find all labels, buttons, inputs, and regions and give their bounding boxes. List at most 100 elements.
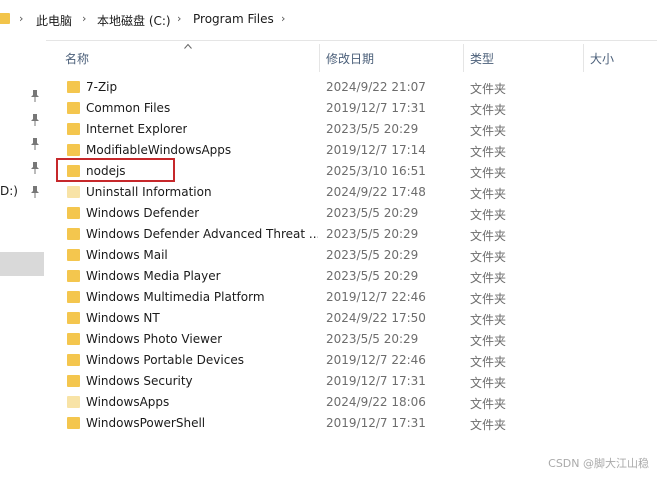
file-row[interactable]: Windows Defender 2023/5/5 20:29 文件夹 — [56, 203, 657, 224]
file-row[interactable]: Uninstall Information 2024/9/22 17:48 文件夹 — [56, 182, 657, 203]
file-date: 2019/12/7 22:46 — [326, 353, 426, 367]
file-type: 文件夹 — [470, 166, 507, 180]
file-date: 2024/9/22 18:06 — [326, 395, 426, 409]
file-name[interactable]: Uninstall Information — [86, 185, 212, 199]
file-name[interactable]: WindowsApps — [86, 395, 169, 409]
folder-icon — [67, 270, 80, 282]
file-row[interactable]: Windows NT 2024/9/22 17:50 文件夹 — [56, 308, 657, 329]
column-header-row: 名称 修改日期 类型 大小 — [56, 44, 657, 72]
file-type: 文件夹 — [470, 271, 507, 285]
breadcrumb-program-files[interactable]: Program Files — [193, 12, 274, 26]
column-header-date[interactable]: 修改日期 — [326, 50, 374, 67]
file-date: 2023/5/5 20:29 — [326, 332, 419, 346]
nav-selected-item[interactable] — [0, 252, 44, 276]
file-type: 文件夹 — [470, 187, 507, 201]
column-header-size[interactable]: 大小 — [590, 50, 614, 67]
file-name[interactable]: Windows Portable Devices — [86, 353, 244, 367]
file-type: 文件夹 — [470, 397, 507, 411]
folder-faded-icon — [67, 186, 80, 198]
file-name[interactable]: Windows Security — [86, 374, 193, 388]
file-type: 文件夹 — [470, 145, 507, 159]
file-type: 文件夹 — [470, 334, 507, 348]
column-divider[interactable] — [319, 44, 320, 72]
file-type: 文件夹 — [470, 418, 507, 432]
folder-icon — [67, 333, 80, 345]
file-name[interactable]: Windows NT — [86, 311, 160, 325]
address-bar[interactable]: › 此电脑 › 本地磁盘 (C:) › Program Files › — [0, 0, 657, 41]
watermark: CSDN @脚大江山稳 — [548, 457, 649, 470]
file-row[interactable]: Windows Multimedia Platform 2019/12/7 22:… — [56, 287, 657, 308]
file-row[interactable]: Windows Security 2019/12/7 17:31 文件夹 — [56, 371, 657, 392]
file-type: 文件夹 — [470, 229, 507, 243]
folder-icon — [67, 375, 80, 387]
folder-icon — [67, 81, 80, 93]
column-header-type[interactable]: 类型 — [470, 50, 494, 67]
column-header-name[interactable]: 名称 — [65, 50, 89, 67]
pin-icon[interactable] — [30, 138, 40, 150]
file-date: 2019/12/7 17:31 — [326, 416, 426, 430]
folder-icon — [67, 123, 80, 135]
navigation-pane — [0, 40, 46, 479]
file-name[interactable]: Windows Defender — [86, 206, 199, 220]
file-name[interactable]: Windows Mail — [86, 248, 168, 262]
file-type: 文件夹 — [470, 250, 507, 264]
file-row[interactable]: 7-Zip 2024/9/22 21:07 文件夹 — [56, 77, 657, 98]
pin-icon[interactable] — [30, 186, 40, 198]
file-date: 2023/5/5 20:29 — [326, 248, 419, 262]
file-row[interactable]: Windows Defender Advanced Threat ... 2023… — [56, 224, 657, 245]
file-date: 2019/12/7 17:31 — [326, 101, 426, 115]
folder-icon — [67, 354, 80, 366]
file-row[interactable]: Common Files 2019/12/7 17:31 文件夹 — [56, 98, 657, 119]
file-date: 2024/9/22 21:07 — [326, 80, 426, 94]
folder-icon — [67, 291, 80, 303]
file-row[interactable]: Windows Media Player 2023/5/5 20:29 文件夹 — [56, 266, 657, 287]
file-date: 2019/12/7 17:14 — [326, 143, 426, 157]
pin-icon[interactable] — [30, 162, 40, 174]
file-name[interactable]: WindowsPowerShell — [86, 416, 205, 430]
file-type: 文件夹 — [470, 208, 507, 222]
breadcrumb-separator-icon[interactable]: › — [281, 12, 285, 25]
folder-icon — [67, 207, 80, 219]
file-type: 文件夹 — [470, 103, 507, 117]
file-name[interactable]: Common Files — [86, 101, 170, 115]
file-date: 2019/12/7 22:46 — [326, 290, 426, 304]
file-row[interactable]: WindowsApps 2024/9/22 18:06 文件夹 — [56, 392, 657, 413]
file-type: 文件夹 — [470, 313, 507, 327]
folder-faded-icon — [67, 396, 80, 408]
file-name[interactable]: 7-Zip — [86, 80, 117, 94]
file-date: 2019/12/7 17:31 — [326, 374, 426, 388]
file-row[interactable]: Windows Photo Viewer 2023/5/5 20:29 文件夹 — [56, 329, 657, 350]
breadcrumb-local-disk[interactable]: 本地磁盘 (C:) — [97, 12, 171, 29]
file-type: 文件夹 — [470, 292, 507, 306]
file-name[interactable]: Internet Explorer — [86, 122, 187, 136]
file-row[interactable]: Windows Portable Devices 2019/12/7 22:46 文… — [56, 350, 657, 371]
file-name[interactable]: Windows Defender Advanced Threat ... — [86, 227, 318, 241]
column-divider[interactable] — [583, 44, 584, 72]
breadcrumb-separator-icon[interactable]: › — [177, 12, 181, 25]
file-date: 2023/5/5 20:29 — [326, 122, 419, 136]
column-divider[interactable] — [463, 44, 464, 72]
breadcrumb-this-pc[interactable]: 此电脑 — [36, 12, 72, 29]
file-date: 2025/3/10 16:51 — [326, 164, 426, 178]
file-row[interactable]: WindowsPowerShell 2019/12/7 17:31 文件夹 — [56, 413, 657, 434]
file-date: 2024/9/22 17:50 — [326, 311, 426, 325]
breadcrumb-separator-icon[interactable]: › — [19, 12, 23, 25]
folder-icon — [67, 417, 80, 429]
file-name[interactable]: ModifiableWindowsApps — [86, 143, 231, 157]
folder-icon — [67, 228, 80, 240]
file-date: 2023/5/5 20:29 — [326, 227, 419, 241]
file-type: 文件夹 — [470, 124, 507, 138]
file-type: 文件夹 — [470, 376, 507, 390]
file-row[interactable]: Internet Explorer 2023/5/5 20:29 文件夹 — [56, 119, 657, 140]
pin-icon[interactable] — [30, 90, 40, 102]
file-date: 2023/5/5 20:29 — [326, 269, 419, 283]
file-name[interactable]: Windows Media Player — [86, 269, 221, 283]
nav-item-drive-label[interactable]: D:) — [0, 184, 18, 198]
folder-icon — [67, 144, 80, 156]
pin-icon[interactable] — [30, 114, 40, 126]
file-type: 文件夹 — [470, 82, 507, 96]
file-name[interactable]: Windows Multimedia Platform — [86, 290, 265, 304]
file-row[interactable]: Windows Mail 2023/5/5 20:29 文件夹 — [56, 245, 657, 266]
breadcrumb-separator-icon[interactable]: › — [82, 12, 86, 25]
file-name[interactable]: Windows Photo Viewer — [86, 332, 222, 346]
